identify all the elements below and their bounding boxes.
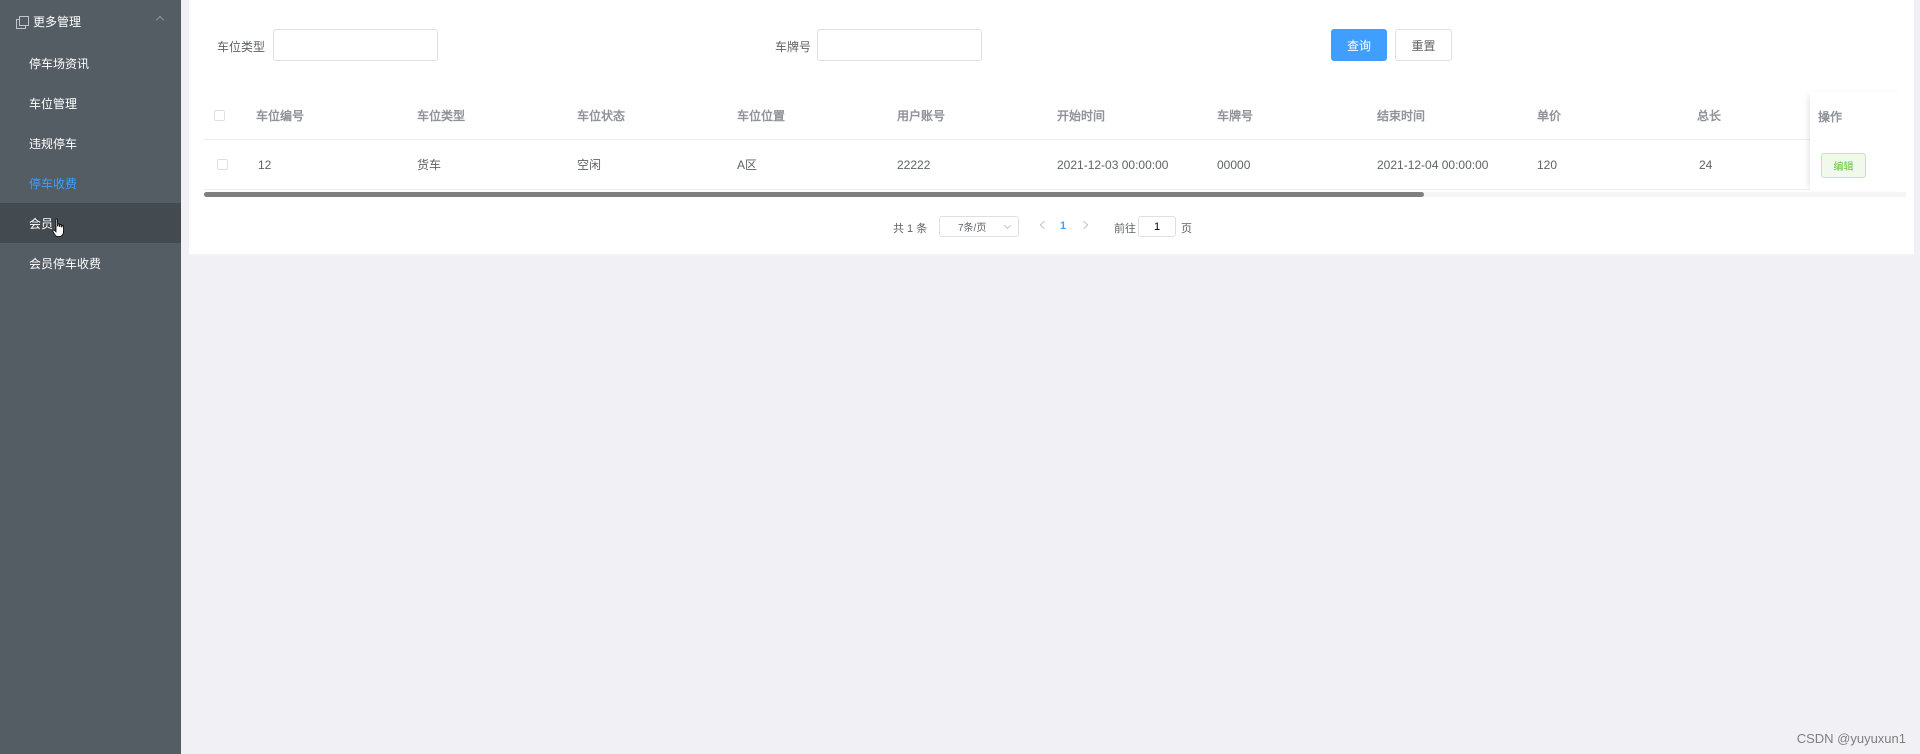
fixed-action-column: 操作 编辑 [1810, 92, 1906, 191]
column-header[interactable]: 结束时间 [1377, 92, 1425, 139]
table-cell: 货车 [417, 158, 442, 172]
content-panel: 车位类型 车牌号 查询 重置 车位编号 车位类型 车位状态 车位位置 用户账号 [189, 0, 1914, 254]
sidebar-item-member-parking-fee[interactable]: 会员停车收费 [0, 243, 181, 283]
row-checkbox[interactable] [217, 159, 228, 170]
prev-page-icon[interactable] [1039, 220, 1049, 230]
scrollbar-thumb[interactable] [204, 192, 1424, 197]
plate-input[interactable] [817, 29, 982, 61]
edit-button[interactable]: 编辑 [1821, 152, 1866, 178]
plate-label: 车牌号 [775, 40, 812, 54]
main-content: 车位类型 车牌号 查询 重置 车位编号 车位类型 车位状态 车位位置 用户账号 [181, 0, 1920, 754]
select-all-cell [214, 92, 225, 139]
data-table: 车位编号 车位类型 车位状态 车位位置 用户账号 开始时间 车牌号 结束时间 单… [204, 92, 1906, 197]
chevron-up-icon [155, 15, 165, 25]
space-type-label: 车位类型 [217, 40, 266, 54]
column-header[interactable]: 车位编号 [256, 92, 304, 139]
sidebar: 更多管理 停车场资讯 车位管理 违规停车 停车收费 会员 会员停车收费 [0, 0, 181, 754]
table-cell: A区 [737, 158, 758, 172]
horizontal-scrollbar[interactable] [204, 192, 1906, 197]
column-header[interactable]: 单价 [1537, 92, 1561, 139]
page-size-select[interactable]: 7条/页 [939, 216, 1019, 237]
hand-cursor-icon [52, 218, 64, 237]
pagination-total: 共 1 条 [893, 223, 928, 235]
column-header[interactable]: 开始时间 [1057, 92, 1105, 139]
table-cell: 00000 [1217, 157, 1251, 172]
table-cell: 12 [258, 157, 272, 172]
csdn-watermark: CSDN @yuyuxun1 [1796, 731, 1906, 746]
column-header[interactable]: 车位位置 [737, 92, 785, 139]
column-header[interactable]: 总长 [1697, 92, 1721, 139]
table-cell: 120 [1537, 157, 1558, 172]
column-header[interactable]: 车位类型 [417, 92, 465, 139]
query-button[interactable]: 查询 [1331, 29, 1387, 61]
goto-label: 前往 [1114, 223, 1136, 235]
sidebar-item-illegal-parking[interactable]: 违规停车 [0, 123, 181, 163]
column-header[interactable]: 车牌号 [1217, 92, 1253, 139]
sidebar-item-parking-fee[interactable]: 停车收费 [0, 163, 181, 203]
copy-icon [16, 16, 29, 29]
column-header[interactable]: 车位状态 [577, 92, 625, 139]
table-cell: 22222 [897, 157, 931, 172]
app-root: 更多管理 停车场资讯 车位管理 违规停车 停车收费 会员 会员停车收费 车位类型… [0, 0, 1920, 754]
goto-page-input[interactable] [1138, 216, 1176, 237]
next-page-icon[interactable] [1079, 220, 1089, 230]
page-size-value: 7条/页 [958, 223, 987, 234]
space-type-input[interactable] [273, 29, 438, 61]
sidebar-item-space-management[interactable]: 车位管理 [0, 83, 181, 123]
action-cell: 编辑 [1821, 140, 1866, 190]
sidebar-item-member[interactable]: 会员 [0, 203, 181, 243]
table-row[interactable]: 12 货车 空闲 A区 22222 2021-12-03 00:00:00 00… [204, 140, 1906, 190]
chevron-down-icon [1003, 221, 1012, 230]
column-header[interactable]: 用户账号 [897, 92, 945, 139]
search-bar: 车位类型 车牌号 查询 重置 [189, 29, 1914, 61]
page-number-current[interactable]: 1 [1053, 220, 1073, 232]
select-all-checkbox[interactable] [214, 110, 225, 121]
table-cell: 2021-12-03 00:00:00 [1057, 157, 1169, 172]
action-column-header: 操作 [1818, 109, 1843, 124]
table-cell: 2021-12-04 00:00:00 [1377, 157, 1489, 172]
table-cell: 24 [1699, 157, 1713, 172]
row-select-cell [217, 140, 228, 189]
reset-button[interactable]: 重置 [1395, 29, 1452, 61]
menu-group-title: 更多管理 [33, 15, 82, 29]
goto-suffix: 页 [1181, 223, 1192, 235]
menu-group-more-management[interactable]: 更多管理 [0, 0, 181, 43]
table-cell: 空闲 [577, 158, 602, 172]
sidebar-item-parking-info[interactable]: 停车场资讯 [0, 43, 181, 83]
pagination: 共 1 条 7条/页 1 前往 页 [189, 216, 1914, 237]
table-header: 车位编号 车位类型 车位状态 车位位置 用户账号 开始时间 车牌号 结束时间 单… [204, 92, 1906, 140]
